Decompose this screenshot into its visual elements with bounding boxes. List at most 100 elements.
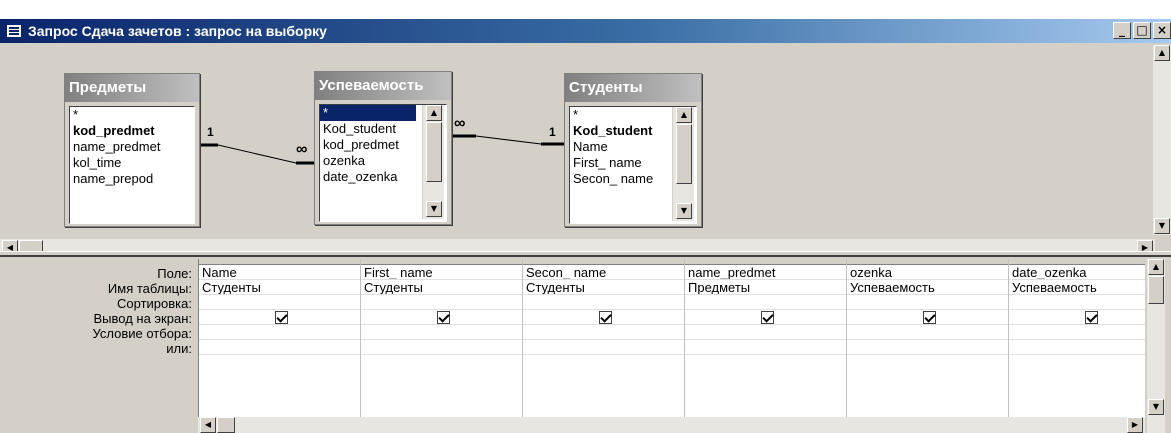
show-checkbox[interactable]	[275, 311, 288, 324]
table-title[interactable]: Студенты	[565, 74, 701, 102]
scroll-down-icon[interactable]: ▼	[676, 203, 692, 219]
scroll-thumb[interactable]	[217, 417, 235, 433]
table-cell[interactable]: Предметы	[685, 280, 846, 295]
table-cell[interactable]: Студенты	[199, 280, 360, 295]
field-item[interactable]: kol_time	[70, 155, 194, 171]
scroll-down-icon[interactable]: ▼	[1148, 399, 1164, 415]
table-cell[interactable]: Студенты	[361, 280, 522, 295]
scroll-up-icon[interactable]: ▲	[426, 105, 442, 121]
close-button[interactable]: ×	[1153, 22, 1171, 39]
show-cell[interactable]	[523, 310, 684, 325]
grid-column[interactable]: ozenka Успеваемость	[847, 259, 1009, 425]
tables-pane-vertical-scrollbar[interactable]: ▲ ▼	[1153, 45, 1171, 235]
table-predmety[interactable]: Предметы * kod_predmet name_predmet kol_…	[64, 73, 200, 227]
scroll-left-icon[interactable]: ◀	[200, 417, 216, 433]
table-title[interactable]: Успеваемость	[315, 72, 451, 100]
grid-column[interactable]: name_predmet Предметы	[685, 259, 847, 425]
field-item[interactable]: name_predmet	[70, 139, 194, 155]
grid-column[interactable]: First_ name Студенты	[361, 259, 523, 425]
row-label-show: Вывод на экран:	[93, 311, 192, 326]
or-cell[interactable]	[199, 340, 360, 355]
row-label-sort: Сортировка:	[117, 296, 192, 311]
field-cell[interactable]: First_ name	[361, 265, 522, 280]
scroll-thumb[interactable]	[1148, 276, 1164, 304]
criteria-cell[interactable]	[685, 325, 846, 340]
scroll-down-icon[interactable]: ▼	[426, 201, 442, 217]
show-checkbox[interactable]	[761, 311, 774, 324]
relation-1-many-label: ∞	[296, 141, 308, 158]
minimize-button[interactable]: _	[1113, 22, 1131, 39]
pane-splitter[interactable]	[0, 251, 1171, 257]
query-icon	[6, 24, 22, 38]
scroll-down-icon[interactable]: ▼	[1154, 218, 1170, 234]
show-cell[interactable]	[361, 310, 522, 325]
scroll-up-icon[interactable]: ▲	[1154, 45, 1170, 61]
sort-cell[interactable]	[199, 295, 360, 310]
field-cell[interactable]: Name	[199, 265, 360, 280]
query-window: Запрос Сдача зачетов : запрос на выборку…	[0, 18, 1171, 433]
scroll-up-icon[interactable]: ▲	[676, 107, 692, 123]
row-label-table: Имя таблицы:	[107, 281, 192, 296]
or-cell[interactable]	[847, 340, 1008, 355]
show-cell[interactable]	[1009, 310, 1145, 325]
field-list-scrollbar[interactable]: ▲ ▼	[672, 107, 694, 221]
table-cell[interactable]: Успеваемость	[1009, 280, 1145, 295]
or-cell[interactable]	[1009, 340, 1145, 355]
criteria-cell[interactable]	[1009, 325, 1145, 340]
relation-1-one-label: 1	[207, 125, 214, 139]
grid-vertical-scrollbar[interactable]: ▲ ▼	[1147, 259, 1165, 433]
sort-cell[interactable]	[685, 295, 846, 310]
show-cell[interactable]	[199, 310, 360, 325]
title-bar[interactable]: Запрос Сдача зачетов : запрос на выборку…	[0, 19, 1171, 43]
query-design-grid: Поле: Имя таблицы: Сортировка: Вывод на …	[0, 259, 1171, 433]
row-label-field: Поле:	[157, 266, 192, 281]
criteria-cell[interactable]	[523, 325, 684, 340]
row-label-criteria: Условие отбора:	[92, 326, 192, 341]
criteria-cell[interactable]	[847, 325, 1008, 340]
table-uspevaemost[interactable]: Успеваемость * Kod_student kod_predmet o…	[314, 71, 452, 225]
tables-pane: 1 ∞ ∞ 1 Предметы * kod_predmet name_pred…	[0, 45, 1171, 257]
or-cell[interactable]	[361, 340, 522, 355]
grid-column[interactable]: Secon_ name Студенты	[523, 259, 685, 425]
field-item-selected[interactable]: *	[320, 105, 416, 121]
table-cell[interactable]: Студенты	[523, 280, 684, 295]
scroll-up-icon[interactable]: ▲	[1148, 259, 1164, 275]
relation-2-many-label: ∞	[454, 115, 466, 132]
scroll-thumb[interactable]	[426, 122, 442, 182]
table-cell[interactable]: Успеваемость	[847, 280, 1008, 295]
field-list-scrollbar[interactable]: ▲ ▼	[422, 105, 444, 219]
table-studenty[interactable]: Студенты * Kod_student Name First_ name …	[564, 73, 702, 227]
sort-cell[interactable]	[847, 295, 1008, 310]
show-checkbox[interactable]	[1085, 311, 1098, 324]
scroll-right-icon[interactable]: ▶	[1127, 417, 1143, 433]
field-item[interactable]: name_prepod	[70, 171, 194, 187]
criteria-cell[interactable]	[199, 325, 360, 340]
sort-cell[interactable]	[1009, 295, 1145, 310]
field-cell[interactable]: ozenka	[847, 265, 1008, 280]
sort-cell[interactable]	[361, 295, 522, 310]
scroll-thumb[interactable]	[676, 124, 692, 184]
field-item[interactable]: *	[70, 107, 194, 123]
relation-line-2[interactable]	[475, 135, 542, 145]
criteria-cell[interactable]	[361, 325, 522, 340]
field-cell[interactable]: Secon_ name	[523, 265, 684, 280]
sort-cell[interactable]	[523, 295, 684, 310]
grid-columns: Name Студенты First_ name Студенты Secon…	[198, 259, 1145, 425]
key-field-item[interactable]: kod_predmet	[70, 123, 194, 139]
or-cell[interactable]	[685, 340, 846, 355]
show-checkbox[interactable]	[437, 311, 450, 324]
show-checkbox[interactable]	[599, 311, 612, 324]
grid-horizontal-scrollbar[interactable]: ◀ ▶	[198, 417, 1145, 433]
show-cell[interactable]	[847, 310, 1008, 325]
show-cell[interactable]	[685, 310, 846, 325]
maximize-button[interactable]: □	[1133, 22, 1151, 39]
table-title[interactable]: Предметы	[65, 74, 199, 102]
field-cell[interactable]: date_ozenka	[1009, 265, 1145, 280]
grid-column[interactable]: date_ozenka Успеваемость	[1009, 259, 1145, 425]
or-cell[interactable]	[523, 340, 684, 355]
relation-2-one-label: 1	[549, 125, 556, 139]
field-cell[interactable]: name_predmet	[685, 265, 846, 280]
relation-line-1[interactable]	[217, 144, 297, 164]
grid-column[interactable]: Name Студенты	[199, 259, 361, 425]
show-checkbox[interactable]	[923, 311, 936, 324]
